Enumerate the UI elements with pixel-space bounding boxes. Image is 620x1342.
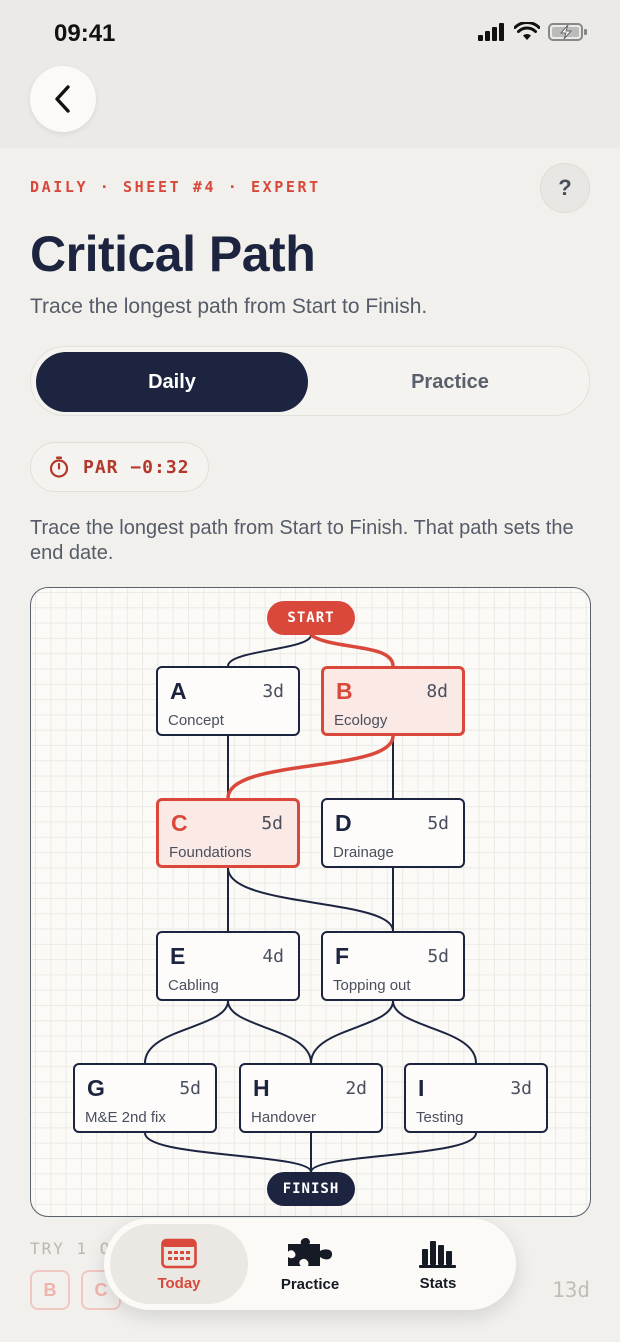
task-name: Testing <box>416 1109 464 1126</box>
task-name: Concept <box>168 712 224 729</box>
page-subtitle: Trace the longest path from Start to Fin… <box>30 295 428 318</box>
task-name: Handover <box>251 1109 317 1126</box>
puzzle-icon <box>288 1237 333 1266</box>
path-total: 13d <box>552 1278 590 1302</box>
tab-today[interactable]: Today <box>110 1224 248 1304</box>
top-bar: 09:41 <box>0 0 620 148</box>
battery-charging-icon <box>548 23 587 41</box>
task-node-b[interactable]: B 8d Ecology <box>321 666 465 736</box>
task-duration: 4d <box>262 946 284 967</box>
tab-stats-label: Stats <box>419 1274 457 1292</box>
task-letter: I <box>418 1075 425 1101</box>
status-icons <box>478 22 588 42</box>
stopwatch-icon <box>49 456 69 478</box>
task-duration: 5d <box>261 813 283 834</box>
start-node: START <box>267 601 355 635</box>
task-duration: 3d <box>262 681 284 702</box>
task-letter: D <box>335 810 352 836</box>
tab-practice-nav[interactable]: Practice <box>241 1224 379 1304</box>
task-name: Foundations <box>169 844 252 861</box>
network-board: START A 3d Concept B 8d Ecology C 5d Fou… <box>30 587 591 1217</box>
bar-chart-icon <box>419 1240 456 1268</box>
task-node-c[interactable]: C 5d Foundations <box>156 798 300 868</box>
task-duration: 8d <box>426 681 448 702</box>
task-letter: G <box>87 1075 105 1101</box>
par-label: PAR −0:32 <box>83 456 190 478</box>
chevron-left-icon <box>55 85 70 113</box>
task-name: Drainage <box>333 844 394 861</box>
task-name: M&E 2nd fix <box>85 1109 166 1126</box>
task-node-d[interactable]: D 5d Drainage <box>321 798 465 868</box>
signal-icon <box>478 23 504 41</box>
task-name: Topping out <box>333 977 411 994</box>
selected-chip-b[interactable]: B <box>30 1270 70 1310</box>
task-letter: E <box>170 943 186 969</box>
task-duration: 2d <box>345 1078 367 1099</box>
task-node-h[interactable]: H 2d Handover <box>239 1063 383 1133</box>
try-label: TRY 1 O <box>30 1239 112 1258</box>
wifi-icon <box>514 22 540 40</box>
task-node-e[interactable]: E 4d Cabling <box>156 931 300 1001</box>
task-letter: C <box>171 810 188 836</box>
task-duration: 5d <box>179 1078 201 1099</box>
task-name: Cabling <box>168 977 219 994</box>
task-letter: B <box>336 678 353 704</box>
task-duration: 5d <box>427 813 449 834</box>
task-node-f[interactable]: F 5d Topping out <box>321 931 465 1001</box>
finish-node: FINISH <box>267 1172 355 1206</box>
task-letter: H <box>253 1075 270 1101</box>
status-time: 09:41 <box>54 20 116 47</box>
task-duration: 5d <box>427 946 449 967</box>
back-button[interactable] <box>30 66 96 132</box>
task-node-a[interactable]: A 3d Concept <box>156 666 300 736</box>
calendar-icon <box>161 1238 197 1268</box>
par-badge: PAR −0:32 <box>30 442 209 492</box>
tab-today-label: Today <box>157 1274 201 1292</box>
instructions-text: Trace the longest path from Start to Fin… <box>30 517 574 564</box>
sheet-eyebrow: DAILY · SHEET #4 · EXPERT <box>30 178 321 196</box>
tab-daily[interactable]: Daily <box>36 352 308 412</box>
bottom-tab-bar: Today Practice Stats <box>104 1218 516 1310</box>
task-duration: 3d <box>510 1078 532 1099</box>
help-button[interactable]: ? <box>540 163 590 213</box>
task-node-g[interactable]: G 5d M&E 2nd fix <box>73 1063 217 1133</box>
mode-toggle: Daily Practice <box>30 346 590 416</box>
tab-practice[interactable]: Practice <box>314 352 586 412</box>
task-letter: F <box>335 943 350 969</box>
tab-practice-label: Practice <box>280 1275 340 1293</box>
task-node-i[interactable]: I 3d Testing <box>404 1063 548 1133</box>
page-title: Critical Path <box>30 226 316 282</box>
task-name: Ecology <box>334 712 388 729</box>
task-letter: A <box>170 678 187 704</box>
tab-stats[interactable]: Stats <box>369 1224 507 1304</box>
